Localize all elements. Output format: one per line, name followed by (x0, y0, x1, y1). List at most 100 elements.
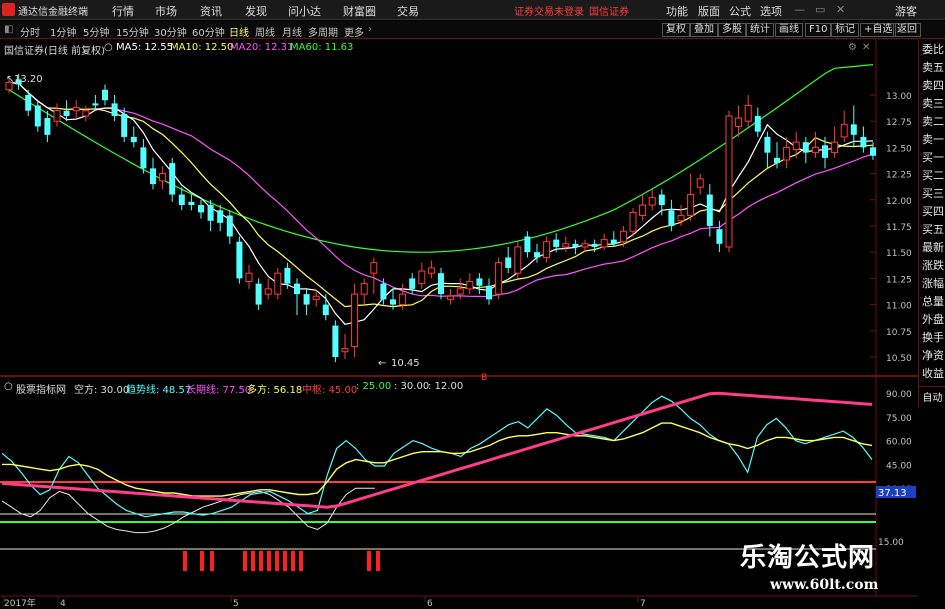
candle-body[interactable] (466, 281, 474, 290)
candle-body[interactable] (619, 230, 627, 243)
quote-field-10[interactable]: 买五 (921, 224, 945, 236)
candle-body[interactable] (696, 178, 704, 188)
quote-field-12[interactable]: 涨跌 (921, 260, 945, 272)
quote-field-7[interactable]: 买二 (921, 170, 945, 182)
candle-body[interactable] (159, 173, 167, 182)
candle-body[interactable] (456, 288, 464, 295)
candle-body[interactable] (840, 123, 848, 138)
quote-field-5[interactable]: 卖一 (921, 134, 945, 146)
candle-body[interactable] (34, 105, 41, 127)
candle-body[interactable] (72, 107, 80, 112)
candle-body[interactable] (648, 197, 656, 206)
indicator-settings-icon[interactable]: ○ (4, 381, 13, 392)
candle-body[interactable] (822, 145, 828, 158)
candle-body[interactable] (725, 115, 733, 248)
candle-body[interactable] (312, 295, 320, 300)
candle-body[interactable] (514, 246, 522, 274)
candle-body[interactable] (476, 278, 483, 286)
candle-body[interactable] (332, 325, 339, 357)
panel-close-icon[interactable]: ✕ (862, 42, 870, 53)
candle-body[interactable] (188, 201, 195, 206)
candle-body[interactable] (360, 283, 368, 295)
candle-body[interactable] (438, 273, 444, 295)
candle-body[interactable] (505, 257, 512, 268)
candle-body[interactable] (831, 141, 839, 154)
candle-body[interactable] (130, 136, 137, 143)
stock-chart[interactable]: 13.00 12.75 12.50 12.25 12.00 11.75 11.50 11.25… (0, 0, 918, 609)
candle-body[interactable] (380, 283, 387, 300)
quote-field-18[interactable]: 收益 (921, 368, 945, 380)
candle-body[interactable] (207, 205, 214, 221)
candle-body[interactable] (150, 168, 156, 185)
candle-body[interactable] (600, 239, 608, 248)
candle-body[interactable] (706, 194, 713, 226)
quote-field-14[interactable]: 总量 (921, 296, 945, 308)
candle-body[interactable] (245, 272, 253, 283)
candle-body[interactable] (102, 89, 108, 101)
quote-field-15[interactable]: 外盘 (921, 314, 945, 326)
candle-body[interactable] (274, 272, 282, 295)
candle-body[interactable] (198, 205, 204, 213)
quote-field-2[interactable]: 卖四 (921, 80, 945, 92)
candle-body[interactable] (264, 288, 272, 295)
quote-field-8[interactable]: 买三 (921, 188, 945, 200)
candle-body[interactable] (562, 243, 570, 248)
candle-body[interactable] (121, 113, 128, 137)
candle-body[interactable] (677, 215, 685, 222)
candle-body[interactable] (236, 241, 243, 279)
candle-body[interactable] (178, 194, 185, 206)
candle-body[interactable] (495, 262, 503, 295)
candle-body[interactable] (581, 243, 589, 248)
quote-field-13[interactable]: 涨幅 (921, 278, 945, 290)
candle-body[interactable] (687, 194, 695, 217)
candle-body[interactable] (409, 278, 416, 289)
candle-body[interactable] (802, 142, 809, 153)
candle-body[interactable] (418, 270, 426, 285)
candle-body[interactable] (111, 103, 118, 116)
candle-body[interactable] (82, 110, 90, 117)
candle-body[interactable] (25, 95, 32, 111)
candle-body[interactable] (322, 304, 329, 316)
candle-body[interactable] (754, 115, 761, 132)
quote-field-16[interactable]: 换手 (921, 332, 945, 344)
candlesticks[interactable] (5, 74, 876, 363)
quote-field-17[interactable]: 净资 (921, 350, 945, 362)
candle-body[interactable] (303, 294, 310, 305)
quote-field-4[interactable]: 卖二 (921, 116, 945, 128)
candle-body[interactable] (553, 239, 560, 247)
candle-body[interactable] (639, 204, 647, 217)
candle-body[interactable] (534, 252, 540, 258)
candle-body[interactable] (370, 262, 378, 274)
candle-body[interactable] (716, 229, 723, 244)
candle-body[interactable] (169, 163, 176, 195)
candle-body[interactable] (792, 141, 800, 150)
quote-field-6[interactable]: 买一 (921, 152, 945, 164)
candle-body[interactable] (447, 295, 455, 300)
settings-circle-icon[interactable]: ○ (104, 42, 113, 53)
candle-body[interactable] (850, 124, 857, 135)
candle-body[interactable] (783, 146, 791, 161)
candle-body[interactable] (351, 293, 359, 348)
candle-body[interactable] (860, 136, 867, 148)
candle-body[interactable] (629, 211, 637, 232)
quote-field-3[interactable]: 卖三 (921, 98, 945, 110)
candle-body[interactable] (744, 104, 752, 122)
candle-body[interactable] (390, 299, 396, 305)
candle-body[interactable] (217, 210, 224, 223)
candle-body[interactable] (341, 348, 349, 353)
candle-body[interactable] (870, 147, 876, 156)
candle-body[interactable] (294, 283, 300, 295)
candle-body[interactable] (44, 118, 51, 135)
candle-body[interactable] (610, 239, 617, 244)
candle-body[interactable] (284, 267, 291, 284)
quote-field-11[interactable]: 最新 (921, 242, 945, 254)
candle-body[interactable] (53, 110, 61, 122)
candle-body[interactable] (486, 285, 492, 300)
candle-body[interactable] (63, 110, 70, 116)
candle-body[interactable] (764, 136, 771, 153)
candle-body[interactable] (226, 215, 233, 237)
quote-field-0[interactable]: 委比 (921, 44, 945, 56)
candle-body[interactable] (572, 243, 579, 247)
quote-field-9[interactable]: 买四 (921, 206, 945, 218)
candle-body[interactable] (735, 117, 743, 127)
